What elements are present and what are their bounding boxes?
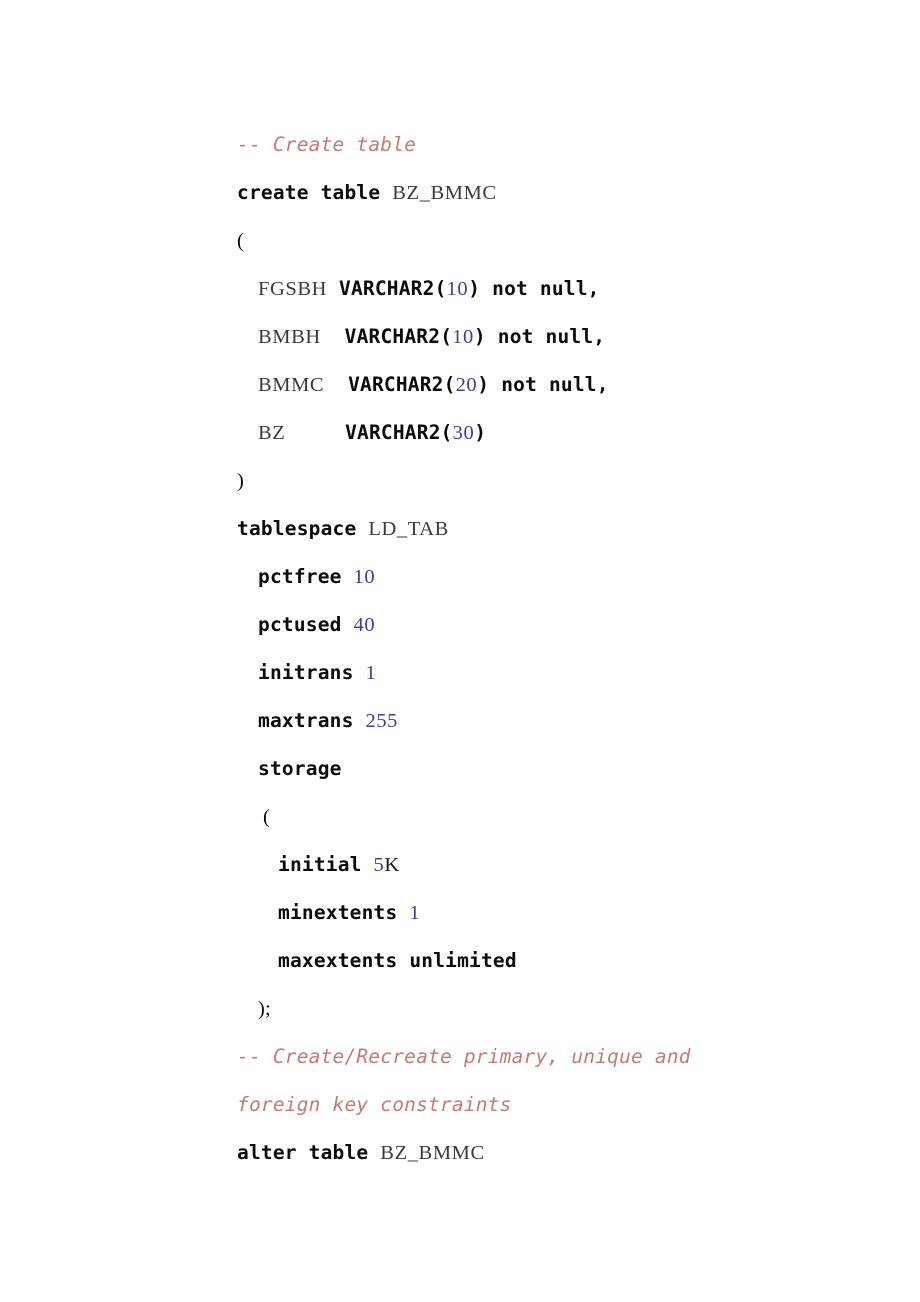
code-line-initrans-clause: initrans 1	[237, 649, 877, 697]
token-keyword: storage	[258, 757, 342, 780]
code-line-open-paren-columns: (	[237, 217, 877, 265]
token-keyword: tablespace	[237, 517, 357, 540]
token-punct: (	[237, 230, 245, 252]
token-keyword: minextents	[278, 901, 398, 924]
code-line-pctused-clause: pctused 40	[237, 601, 877, 649]
code-line-initial-clause: initial 5K	[237, 841, 877, 889]
code-line-open-paren-storage: (	[237, 793, 877, 841]
code-line-tablespace-clause: tablespace LD_TAB	[237, 505, 877, 553]
token-plain: K	[384, 854, 400, 876]
code-line-create-table-stmt: create table BZ_BMMC	[237, 169, 877, 217]
token-ident: BMBH	[258, 326, 321, 348]
token-punct-bold: (	[440, 421, 453, 444]
token-punct-bold: (	[440, 325, 453, 348]
token-number: 30	[452, 422, 475, 444]
token-punct-bold: (	[443, 373, 456, 396]
token-keyword: not null,	[492, 277, 600, 300]
token-ident: LD_TAB	[368, 518, 449, 540]
token-ident: FGSBH	[258, 278, 328, 300]
token-number: 10	[452, 326, 474, 348]
token-comment: -- Create table	[237, 133, 417, 156]
code-line-comment-constraints-line2: foreign key constraints	[237, 1081, 877, 1129]
code-line-minextents-clause: minextents 1	[237, 889, 877, 937]
code-line-maxextents-clause: maxextents unlimited	[237, 937, 877, 985]
token-keyword: VARCHAR2	[339, 277, 435, 300]
token-keyword: VARCHAR2	[344, 325, 441, 348]
token-number: 10	[446, 278, 469, 300]
token-punct: )	[237, 470, 245, 492]
code-line-column-bz: BZ VARCHAR2(30)	[237, 409, 877, 457]
token-punct: (	[263, 806, 271, 828]
code-line-pctfree-clause: pctfree 10	[237, 553, 877, 601]
token-keyword: not null,	[497, 325, 606, 348]
document-page: -- Create table create table BZ_BMMC(FGSB…	[0, 0, 920, 1302]
token-punct-bold: )	[473, 325, 486, 348]
token-keyword: maxextents unlimited	[278, 949, 517, 972]
token-keyword: not null,	[501, 373, 609, 396]
code-line-close-paren-columns: )	[237, 457, 877, 505]
token-punct: );	[258, 998, 271, 1020]
code-line-comment-create-table: -- Create table	[237, 121, 877, 169]
token-number: 20	[455, 374, 478, 396]
code-line-column-bmbh: BMBH VARCHAR2(10) not null,	[237, 313, 877, 361]
token-number: 1	[365, 662, 377, 684]
token-keyword: initial	[278, 853, 362, 876]
token-keyword: alter table	[237, 1141, 369, 1164]
code-line-column-fgsbh: FGSBH VARCHAR2(10) not null,	[237, 265, 877, 313]
code-line-close-paren-storage: );	[237, 985, 877, 1033]
token-keyword: create table	[237, 181, 381, 204]
token-punct-bold: (	[434, 277, 447, 300]
token-punct-bold: )	[474, 421, 487, 444]
token-keyword: initrans	[258, 661, 354, 684]
sql-code-block: -- Create table create table BZ_BMMC(FGSB…	[237, 121, 877, 1177]
code-line-alter-table-stmt: alter table BZ_BMMC	[237, 1129, 877, 1177]
token-number: 10	[353, 566, 376, 588]
token-punct-bold: )	[468, 277, 481, 300]
token-ident: BZ	[258, 422, 286, 444]
token-keyword: maxtrans	[258, 709, 354, 732]
token-comment: -- Create/Recreate primary, unique and	[237, 1045, 691, 1068]
token-keyword: pctfree	[258, 565, 342, 588]
token-ident: BZ_BMMC	[380, 1142, 485, 1164]
code-line-storage-clause: storage	[237, 745, 877, 793]
token-number: 1	[409, 902, 421, 924]
code-line-column-bmmc: BMMC VARCHAR2(20) not null,	[237, 361, 877, 409]
token-number: 5	[373, 854, 385, 876]
code-line-maxtrans-clause: maxtrans 255	[237, 697, 877, 745]
token-number: 255	[365, 710, 399, 732]
token-number: 40	[353, 614, 376, 636]
token-ident: BZ_BMMC	[392, 182, 497, 204]
token-ident: BMMC	[258, 374, 325, 396]
token-keyword: VARCHAR2	[345, 421, 441, 444]
token-keyword: pctused	[258, 613, 342, 636]
token-punct-bold: )	[477, 373, 490, 396]
code-line-comment-constraints-line1: -- Create/Recreate primary, unique and	[237, 1033, 877, 1081]
token-comment: foreign key constraints	[237, 1093, 512, 1116]
token-keyword: VARCHAR2	[348, 373, 444, 396]
